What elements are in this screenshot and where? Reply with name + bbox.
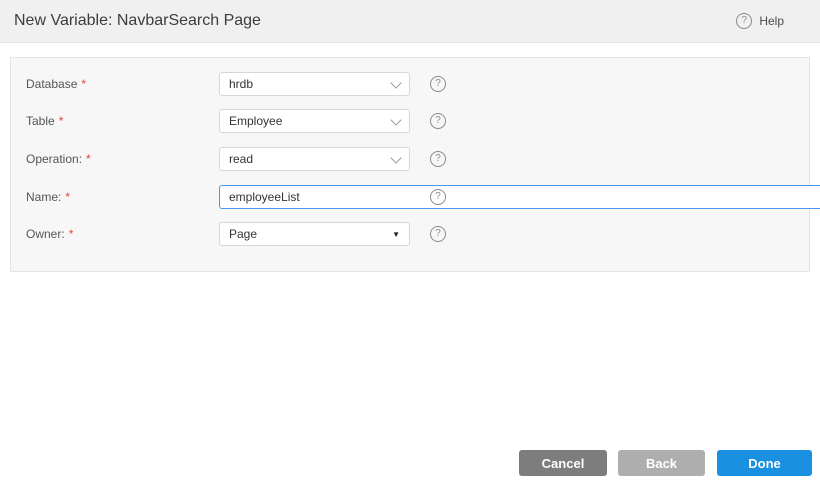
- name-label: Name: *: [26, 190, 70, 204]
- operation-label-text: Operation:: [26, 152, 82, 166]
- help-label: Help: [759, 14, 784, 28]
- name-label-text: Name:: [26, 190, 61, 204]
- page-title: New Variable: NavbarSearch Page: [14, 12, 261, 30]
- operation-dropdown[interactable]: read: [219, 147, 410, 171]
- owner-label: Owner: *: [26, 227, 73, 241]
- table-help-icon[interactable]: ?: [430, 113, 446, 129]
- operation-required-asterisk: *: [86, 152, 91, 166]
- form-panel: Database * hrdb ? Table * Employee ? Opera…: [10, 57, 810, 272]
- caret-down-icon: ▼: [392, 230, 400, 239]
- help-link[interactable]: ? Help: [736, 13, 784, 29]
- cancel-button[interactable]: Cancel: [519, 450, 607, 476]
- done-button[interactable]: Done: [717, 450, 812, 476]
- owner-help-icon[interactable]: ?: [430, 226, 446, 242]
- database-help-icon[interactable]: ?: [430, 76, 446, 92]
- name-required-asterisk: *: [65, 190, 70, 204]
- owner-select-value: Page: [229, 227, 257, 241]
- table-dropdown-value: Employee: [229, 114, 282, 128]
- form-row-name: Name: * ?: [26, 185, 796, 209]
- table-required-asterisk: *: [59, 114, 64, 128]
- operation-dropdown-value: read: [229, 152, 253, 166]
- chevron-down-icon: [390, 77, 401, 88]
- owner-required-asterisk: *: [69, 227, 74, 241]
- operation-help-icon[interactable]: ?: [430, 151, 446, 167]
- table-label: Table *: [26, 114, 63, 128]
- database-label-text: Database: [26, 77, 77, 91]
- name-input[interactable]: [219, 185, 820, 209]
- dialog-header: New Variable: NavbarSearch Page ? Help: [0, 0, 820, 43]
- form-row-operation: Operation: * read ?: [26, 147, 796, 171]
- owner-select[interactable]: Page ▼: [219, 222, 410, 246]
- owner-label-text: Owner:: [26, 227, 65, 241]
- form-row-database: Database * hrdb ?: [26, 72, 796, 96]
- name-help-icon[interactable]: ?: [430, 189, 446, 205]
- database-dropdown-value: hrdb: [229, 77, 253, 91]
- form-row-table: Table * Employee ?: [26, 109, 796, 133]
- form-row-owner: Owner: * Page ▼ ?: [26, 222, 796, 246]
- back-button[interactable]: Back: [618, 450, 705, 476]
- table-dropdown[interactable]: Employee: [219, 109, 410, 133]
- table-label-text: Table: [26, 114, 55, 128]
- chevron-down-icon: [390, 114, 401, 125]
- database-dropdown[interactable]: hrdb: [219, 72, 410, 96]
- help-icon: ?: [736, 13, 752, 29]
- operation-label: Operation: *: [26, 152, 91, 166]
- chevron-down-icon: [390, 152, 401, 163]
- database-required-asterisk: *: [81, 77, 86, 91]
- database-label: Database *: [26, 77, 86, 91]
